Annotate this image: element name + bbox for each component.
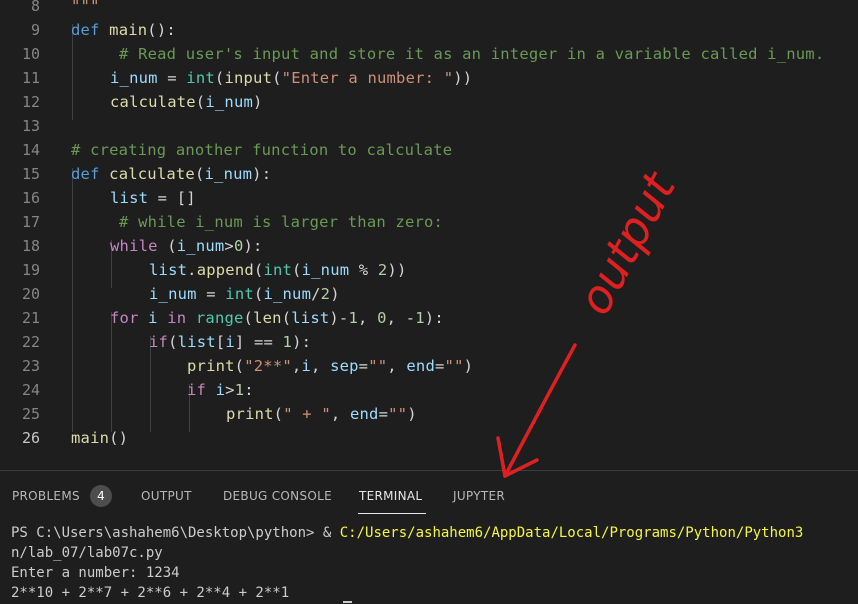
code-text: print(" + ", end="") [226, 405, 417, 423]
code-text: def calculate(i_num): [71, 165, 272, 183]
line-number: 13 [21, 117, 40, 135]
terminal-line: Enter a number: 1234 [11, 565, 180, 581]
code-line-14[interactable]: 14 # creating another function to calcul… [0, 138, 858, 162]
code-line-15[interactable]: 15 def calculate(i_num): [0, 162, 858, 186]
code-editor[interactable]: 8 """ 9 def main(): 10 # Read user's inp… [0, 0, 858, 470]
code-line-20[interactable]: 20 i_num = int(i_num/2) [0, 282, 858, 306]
code-text: i_num = int(i_num/2) [149, 285, 340, 303]
terminal-line: 2**10 + 2**7 + 2**6 + 2**4 + 2**1 [11, 585, 290, 601]
line-number: 23 [21, 357, 40, 375]
code-text: list.append(int(i_num % 2)) [149, 261, 407, 279]
line-number: 24 [21, 381, 40, 399]
code-line-25[interactable]: 25 print(" + ", end="") [0, 402, 858, 426]
code-line-17[interactable]: 17 # while i_num is larger than zero: [0, 210, 858, 234]
code-line-13[interactable]: 13 [0, 114, 858, 138]
code-text: print("2**",i, sep="", end="") [187, 357, 474, 375]
terminal-line: PS C:\Users\ashahem6\Desktop\python> & C… [11, 525, 804, 541]
line-number: 17 [21, 213, 40, 231]
line-number: 8 [30, 0, 40, 15]
code-line-18[interactable]: 18 while (i_num>0): [0, 234, 858, 258]
line-number: 11 [21, 69, 40, 87]
code-line-9[interactable]: 9 def main(): [0, 18, 858, 42]
line-number: 26 [21, 429, 40, 447]
code-text: """ [71, 0, 100, 15]
line-number: 14 [21, 141, 40, 159]
line-number: 21 [21, 309, 40, 327]
code-text: if(list[i] == 1): [149, 333, 312, 351]
code-text: if i>1: [187, 381, 254, 399]
active-tab-indicator [358, 513, 426, 514]
line-number: 15 [21, 165, 40, 183]
code-text: # creating another function to calculate [71, 141, 453, 159]
panel-tabs: PROBLEMS 4 OUTPUT DEBUG CONSOLE TERMINAL… [0, 471, 858, 523]
line-number: 16 [21, 189, 40, 207]
code-line-19[interactable]: 19 list.append(int(i_num % 2)) [0, 258, 858, 282]
code-text: calculate(i_num) [110, 93, 263, 111]
code-line-22[interactable]: 22 if(list[i] == 1): [0, 330, 858, 354]
code-text: list = [] [110, 189, 196, 207]
code-line-26[interactable]: 26 main() [0, 426, 858, 450]
line-number: 18 [21, 237, 40, 255]
code-text: # while i_num is larger than zero: [119, 213, 444, 231]
line-number: 25 [21, 405, 40, 423]
terminal-line: n/lab_07/lab07c.py [11, 545, 163, 561]
code-text: for i in range(len(list)-1, 0, -1): [110, 309, 444, 327]
line-number: 19 [21, 261, 40, 279]
code-line-11[interactable]: 11 i_num = int(input("Enter a number: ")… [0, 66, 858, 90]
code-text: def main(): [71, 21, 176, 39]
code-line-24[interactable]: 24 if i>1: [0, 378, 858, 402]
line-number: 20 [21, 285, 40, 303]
line-number: 10 [21, 45, 40, 63]
code-line-8[interactable]: 8 """ [0, 0, 858, 18]
code-text: i_num = int(input("Enter a number: ")) [110, 69, 473, 87]
bottom-panel: PROBLEMS 4 OUTPUT DEBUG CONSOLE TERMINAL… [0, 470, 858, 604]
line-number: 9 [30, 21, 40, 39]
tab-debug-console[interactable]: DEBUG CONSOLE [223, 489, 332, 503]
code-text: while (i_num>0): [110, 237, 263, 255]
code-line-16[interactable]: 16 list = [] [0, 186, 858, 210]
code-text: # Read user's input and store it as an i… [119, 45, 825, 63]
code-line-23[interactable]: 23 print("2**",i, sep="", end="") [0, 354, 858, 378]
code-line-21[interactable]: 21 for i in range(len(list)-1, 0, -1): [0, 306, 858, 330]
line-number: 22 [21, 333, 40, 351]
tab-problems[interactable]: PROBLEMS [12, 489, 80, 503]
line-number: 12 [21, 93, 40, 111]
code-text: main() [71, 429, 129, 447]
problems-count-badge: 4 [90, 485, 112, 507]
code-line-12[interactable]: 12 calculate(i_num) [0, 90, 858, 114]
tab-jupyter[interactable]: JUPYTER [453, 489, 505, 503]
tab-output[interactable]: OUTPUT [141, 489, 192, 503]
code-line-10[interactable]: 10 # Read user's input and store it as a… [0, 42, 858, 66]
tab-terminal[interactable]: TERMINAL [359, 489, 422, 503]
